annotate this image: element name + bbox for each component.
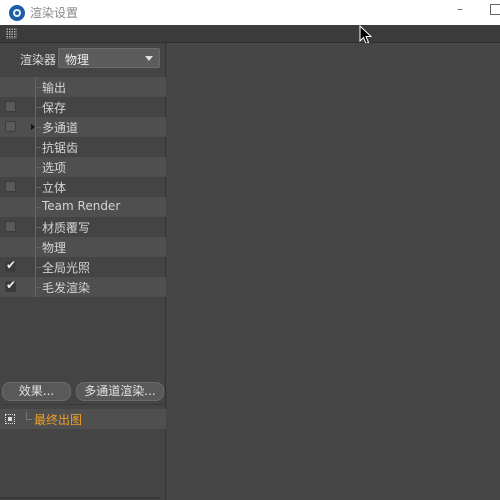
multipass-render-button[interactable]: 多通道渲染... (76, 382, 164, 401)
tree-item[interactable]: 全局光照 (0, 257, 166, 277)
tree-item[interactable]: 立体 (0, 177, 166, 197)
tree-item[interactable]: Team Render (0, 197, 166, 217)
tree-branch-line (35, 287, 41, 288)
tree-branch-line (35, 187, 41, 188)
checkbox-checked[interactable] (5, 278, 16, 292)
checkbox[interactable] (5, 101, 16, 112)
divider (0, 404, 166, 405)
renderer-label: 渲染器 (20, 53, 57, 67)
tree-item[interactable]: 材质覆写 (0, 217, 166, 237)
grip-icon[interactable] (6, 28, 17, 39)
title-bar: 渲染设置 – (0, 0, 500, 25)
tree-item[interactable]: 保存 (0, 97, 166, 117)
tree-item[interactable]: 抗锯齿 (0, 137, 166, 157)
chevron-down-icon (145, 56, 153, 61)
divider (0, 497, 160, 499)
effects-button[interactable]: 效果... (2, 382, 71, 401)
renderer-value: 物理 (65, 53, 90, 67)
checkbox[interactable] (5, 121, 16, 132)
tree-item-label: 物理 (42, 241, 67, 255)
checkbox[interactable] (5, 181, 16, 192)
toolbar (0, 25, 500, 43)
tree-item-label: 毛发渲染 (42, 281, 91, 295)
checkbox-checked[interactable] (5, 258, 16, 272)
tree-branch-line (35, 267, 41, 268)
tree-item-label: 材质覆写 (42, 221, 91, 235)
tree-item[interactable]: 多通道 (0, 117, 166, 137)
checkbox[interactable] (5, 221, 16, 232)
tree-branch-line (35, 207, 41, 208)
tree-item-label: 保存 (42, 101, 67, 115)
settings-sidebar: 渲染器 物理 输出保存多通道抗锯齿选项立体Team Render材质覆写物理全局… (0, 43, 166, 500)
mouse-cursor-icon (359, 25, 373, 45)
tree-item[interactable]: 选项 (0, 157, 166, 177)
tree-item-label: 选项 (42, 161, 67, 175)
tree-branch-line (35, 247, 41, 248)
tree-item-label: 立体 (42, 181, 67, 195)
tree-branch-line (26, 412, 32, 420)
tree-item-label: 多通道 (42, 121, 79, 135)
cinema4d-app-icon (9, 4, 25, 21)
render-setting-icon (5, 414, 15, 424)
tree-item-label: 输出 (42, 81, 67, 95)
tree-branch-line (35, 107, 41, 108)
output-setting-label: 最终出图 (34, 413, 83, 427)
output-setting-row[interactable]: 最终出图 (0, 409, 166, 429)
tree-item-label: 全局光照 (42, 261, 91, 275)
tree-item[interactable]: 毛发渲染 (0, 277, 166, 297)
renderer-dropdown[interactable]: 物理 (58, 48, 160, 68)
maximize-button[interactable] (490, 4, 500, 15)
renderer-row: 渲染器 物理 (0, 48, 166, 68)
tree-item[interactable]: 输出 (0, 77, 166, 97)
settings-tree: 输出保存多通道抗锯齿选项立体 Team Render 材质覆写物理全局光照毛发渲染 (0, 77, 166, 297)
tree-item-label: Team Render (42, 199, 121, 213)
tree-branch-line (35, 227, 41, 228)
settings-content-panel (167, 43, 500, 500)
tree-branch-line (35, 87, 41, 88)
tree-branch-line (35, 167, 41, 168)
tree-item-label: 抗锯齿 (42, 141, 79, 155)
window-title: 渲染设置 (30, 6, 79, 20)
tree-branch-line (35, 147, 41, 148)
tree-item[interactable]: 物理 (0, 237, 166, 257)
tree-branch-line (35, 127, 41, 128)
minimize-button[interactable]: – (453, 2, 467, 18)
